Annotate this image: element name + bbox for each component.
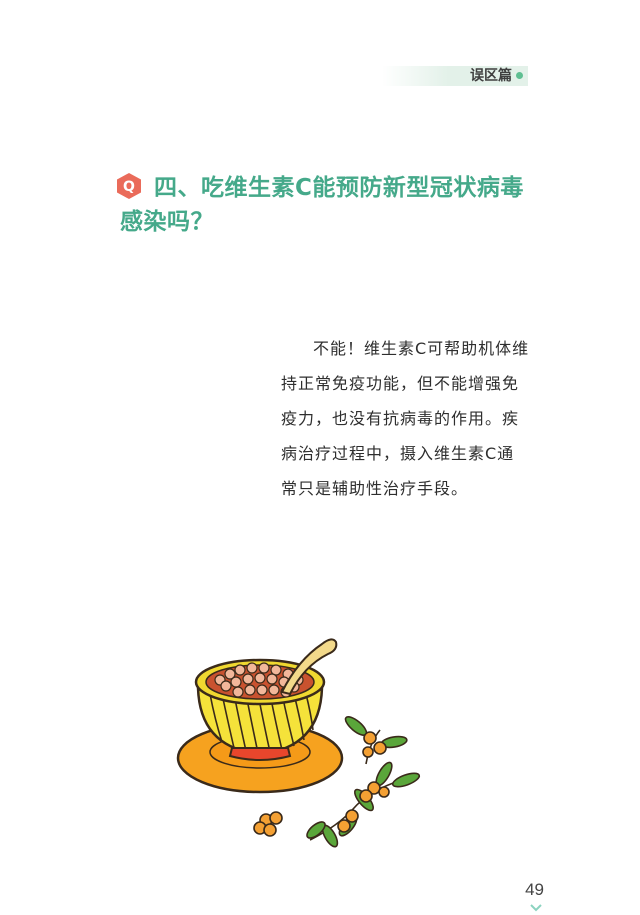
answer-paragraph: 不能！维生素C可帮助机体维持正常免疫功能，但不能增强免疫力，也没有抗病毒的作用。… <box>281 339 530 498</box>
chevron-down-icon[interactable] <box>530 904 542 912</box>
question-title: 四、吃维生素C能预防新型冠状病毒感染吗？ <box>120 175 524 235</box>
vitamin-c-bowl-illustration <box>176 638 421 848</box>
bowl-foot <box>228 747 292 761</box>
section-dot-icon <box>516 72 523 79</box>
page-number: 49 <box>525 880 544 899</box>
section-label: 误区篇 <box>470 68 512 84</box>
